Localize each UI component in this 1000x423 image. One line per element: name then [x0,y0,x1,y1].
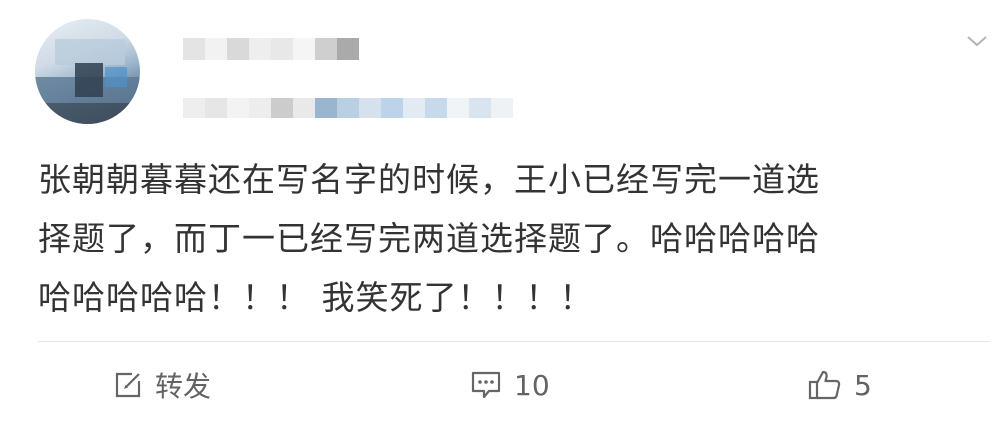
post-text-line-3: 哈哈哈哈哈！！！ 我笑死了！！！！ [38,278,594,317]
comment-button[interactable]: 10 [470,360,550,410]
post-content: 张朝朝暮暮还在写名字的时候，王小已经写完一道选 择题了，而丁一已经写完两道选择题… [38,150,978,327]
weibo-post-card: 张朝朝暮暮还在写名字的时候，王小已经写完一道选 择题了，而丁一已经写完两道选择题… [0,0,1000,423]
like-button[interactable]: 5 [808,360,872,410]
divider [38,341,990,342]
username-pixelated[interactable] [183,38,359,60]
like-count: 5 [854,368,872,402]
thumbs-up-icon [808,369,842,401]
chevron-down-icon[interactable] [966,30,988,52]
action-bar: 转发 10 5 [0,360,1000,410]
repost-button[interactable]: 转发 [113,360,211,410]
comment-bubble-icon [470,370,502,400]
avatar[interactable] [35,19,140,124]
post-meta-pixelated [183,98,513,118]
post-text-line-1: 张朝朝暮暮还在写名字的时候，王小已经写完一道选 [38,160,820,199]
edit-square-icon [113,370,143,400]
comment-count: 10 [514,368,550,402]
repost-label: 转发 [155,370,212,403]
post-text-line-2: 择题了，而丁一已经写完两道选择题了。哈哈哈哈哈 [38,219,820,258]
